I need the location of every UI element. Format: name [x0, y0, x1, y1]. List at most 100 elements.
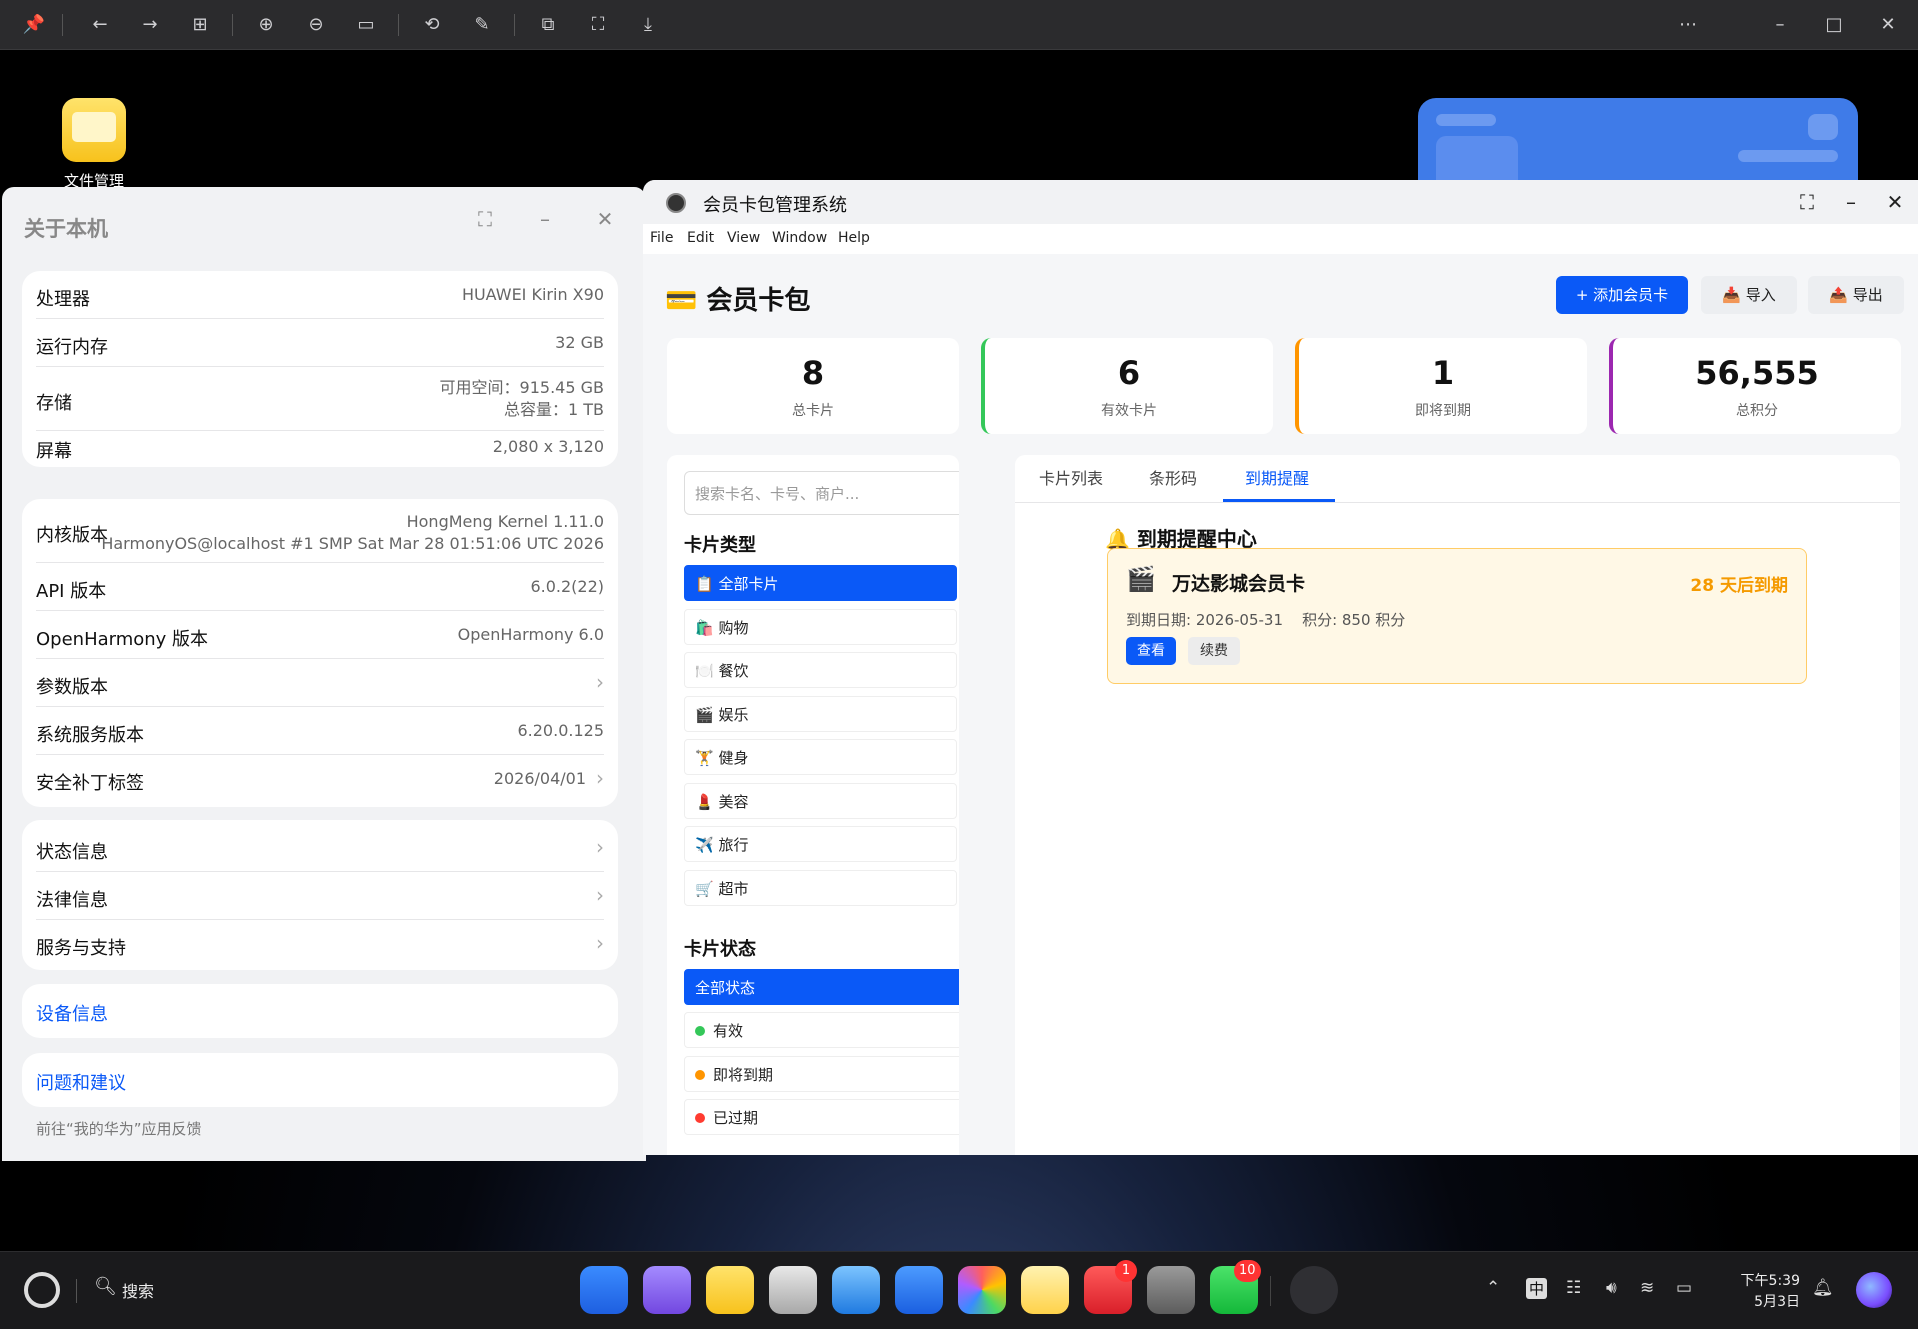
start-icon[interactable]	[24, 1272, 60, 1308]
search-input[interactable]: 搜索卡名、卡号、商户...	[684, 471, 959, 515]
tab-card-list[interactable]: 卡片列表	[1039, 465, 1103, 489]
list-item[interactable]: 状态信息 ›	[36, 824, 604, 872]
device-info-link[interactable]: 设备信息	[36, 984, 604, 1038]
viewer-toolbar: 📌 ← → ⊞ ⊕ ⊖ ▭ ⟲ ✎ ⧉ ⛶ ⤓ ⋯ – □ ✕	[0, 0, 1918, 50]
mail-icon[interactable]	[895, 1266, 943, 1314]
photos-icon[interactable]	[958, 1266, 1006, 1314]
status-expired[interactable]: 已过期	[684, 1099, 959, 1135]
menu-view[interactable]: View	[727, 230, 760, 246]
row-key: 服务与支持	[36, 938, 126, 959]
card-type-beauty[interactable]: 💄 美容	[684, 783, 957, 819]
search-icon[interactable]: 🔍︎	[94, 1276, 117, 1297]
import-button[interactable]: 📥 导入	[1701, 276, 1797, 314]
widget-bar	[1738, 150, 1838, 162]
browser-icon[interactable]	[832, 1266, 880, 1314]
wifi-icon[interactable]: ≋	[1640, 1278, 1654, 1298]
close-icon[interactable]: ✕	[1880, 190, 1910, 214]
feedback-card[interactable]: 问题和建议	[22, 1053, 618, 1107]
menu-bar: File Edit View Window Help	[643, 224, 1918, 254]
volume-icon[interactable]: 🔊︎	[1606, 1278, 1617, 1298]
status-expiring[interactable]: 即将到期	[684, 1056, 959, 1092]
fullscreen-icon[interactable]: ⛶	[470, 207, 500, 231]
list-item[interactable]: 服务与支持 ›	[36, 920, 604, 968]
card-type-travel[interactable]: ✈️ 旅行	[684, 826, 957, 862]
maximize-icon[interactable]: □	[1822, 13, 1846, 37]
back-icon[interactable]: ←	[88, 13, 112, 37]
app-content: 💳 会员卡包 + 添加会员卡 📥 导入 📤 导出 8 总卡片 6 有效卡片 1 …	[643, 254, 1918, 1155]
status-label: 即将到期	[713, 1066, 774, 1084]
stat-number: 1	[1431, 354, 1455, 392]
status-label: 已过期	[713, 1109, 759, 1127]
card-type-supermarket[interactable]: 🛒 超市	[684, 870, 957, 906]
tab-expiry-reminder[interactable]: 到期提醒	[1245, 465, 1309, 489]
file-manager-dock-icon[interactable]	[706, 1266, 754, 1314]
list-item[interactable]: 参数版本 ›	[36, 659, 604, 707]
main-panel: 卡片列表 条形码 到期提醒 🔔 到期提醒中心 🎬 万达影城会员卡 28 天后到期…	[1015, 455, 1900, 1155]
ime-indicator[interactable]: 中	[1526, 1278, 1548, 1299]
chevron-up-icon[interactable]: ⌃	[1486, 1278, 1500, 1298]
notification-bell-icon[interactable]: 🔔︎	[1812, 1278, 1834, 1298]
row-value: 可用空间：915.45 GB	[439, 378, 604, 397]
row-key: 问题和建议	[36, 1073, 126, 1094]
card-type-shopping[interactable]: 🛍️ 购物	[684, 609, 957, 645]
card-type-dining[interactable]: 🍽️ 餐饮	[684, 652, 957, 688]
list-item[interactable]: 法律信息 ›	[36, 872, 604, 920]
card-type-entertainment[interactable]: 🎬 娱乐	[684, 696, 957, 732]
scan-icon[interactable]: ⛶	[586, 13, 610, 37]
minimize-icon[interactable]: –	[1768, 13, 1792, 37]
menu-file[interactable]: File	[650, 230, 673, 246]
status-valid[interactable]: 有效	[684, 1012, 959, 1048]
tab-barcode[interactable]: 条形码	[1149, 465, 1197, 489]
view-button[interactable]: 查看	[1126, 637, 1176, 665]
list-item[interactable]: 安全补丁标签 2026/04/01 ›	[36, 755, 604, 803]
pin-icon[interactable]: 📌	[22, 13, 46, 37]
card-type-all[interactable]: 📋 全部卡片	[684, 565, 957, 601]
status-dot	[695, 1026, 705, 1036]
edit-icon[interactable]: ✎	[470, 13, 494, 37]
actual-size-icon[interactable]: ▭	[354, 13, 378, 37]
card-type-fitness[interactable]: 🏋️ 健身	[684, 739, 957, 775]
electron-app-icon[interactable]	[1290, 1266, 1338, 1314]
device-info-card[interactable]: 设备信息	[22, 984, 618, 1038]
clock-time[interactable]: 下午5:39	[1730, 1270, 1800, 1290]
minimize-icon[interactable]: –	[1836, 190, 1866, 214]
clipboard-icon[interactable]: ☷	[1566, 1278, 1581, 1298]
divider	[1015, 502, 1900, 503]
menu-help[interactable]: Help	[838, 230, 870, 246]
export-button[interactable]: 📤 导出	[1808, 276, 1904, 314]
taskbar-search-label[interactable]: 搜索	[122, 1278, 154, 1302]
add-card-button[interactable]: + 添加会员卡	[1556, 276, 1688, 314]
zoom-out-icon[interactable]: ⊖	[304, 13, 328, 37]
reminder-days-left: 28 天后到期	[1690, 576, 1788, 596]
list-item: 屏幕 2,080 x 3,120	[36, 431, 604, 467]
grid-icon[interactable]: ⊞	[188, 13, 212, 37]
file-manager-icon[interactable]	[62, 98, 126, 162]
feedback-link[interactable]: 问题和建议	[36, 1053, 604, 1107]
hardware-card: 处理器 HUAWEI Kirin X90 运行内存 32 GB 存储 可用空间：…	[22, 271, 618, 467]
fullscreen-icon[interactable]: ⛶	[1792, 190, 1822, 214]
status-all[interactable]: 全部状态	[684, 969, 959, 1005]
recycle-bin-icon[interactable]	[769, 1266, 817, 1314]
menu-edit[interactable]: Edit	[687, 230, 714, 246]
menu-window[interactable]: Window	[772, 230, 827, 246]
forward-icon[interactable]: →	[138, 13, 162, 37]
clock-date[interactable]: 5月3日	[1730, 1291, 1800, 1311]
minimize-icon[interactable]: –	[530, 207, 560, 231]
close-icon[interactable]: ✕	[590, 207, 620, 231]
app-gallery-badge: 1	[1115, 1260, 1137, 1282]
download-icon[interactable]: ⤓	[636, 13, 660, 37]
assistant-icon[interactable]	[1856, 1272, 1892, 1308]
stat-number: 8	[801, 354, 825, 392]
battery-icon[interactable]: ▭	[1676, 1278, 1692, 1298]
notes-icon[interactable]	[1021, 1266, 1069, 1314]
app-launcher-icon[interactable]	[580, 1266, 628, 1314]
settings-icon[interactable]	[1147, 1266, 1195, 1314]
renew-button[interactable]: 续费	[1188, 637, 1240, 665]
translate-icon[interactable]: ⧉	[536, 13, 560, 37]
rotate-icon[interactable]: ⟲	[420, 13, 444, 37]
close-icon[interactable]: ✕	[1876, 13, 1900, 37]
more-icon[interactable]: ⋯	[1676, 13, 1700, 37]
zoom-in-icon[interactable]: ⊕	[254, 13, 278, 37]
list-item: OpenHarmony 版本 OpenHarmony 6.0	[36, 611, 604, 659]
multitask-icon[interactable]	[643, 1266, 691, 1314]
